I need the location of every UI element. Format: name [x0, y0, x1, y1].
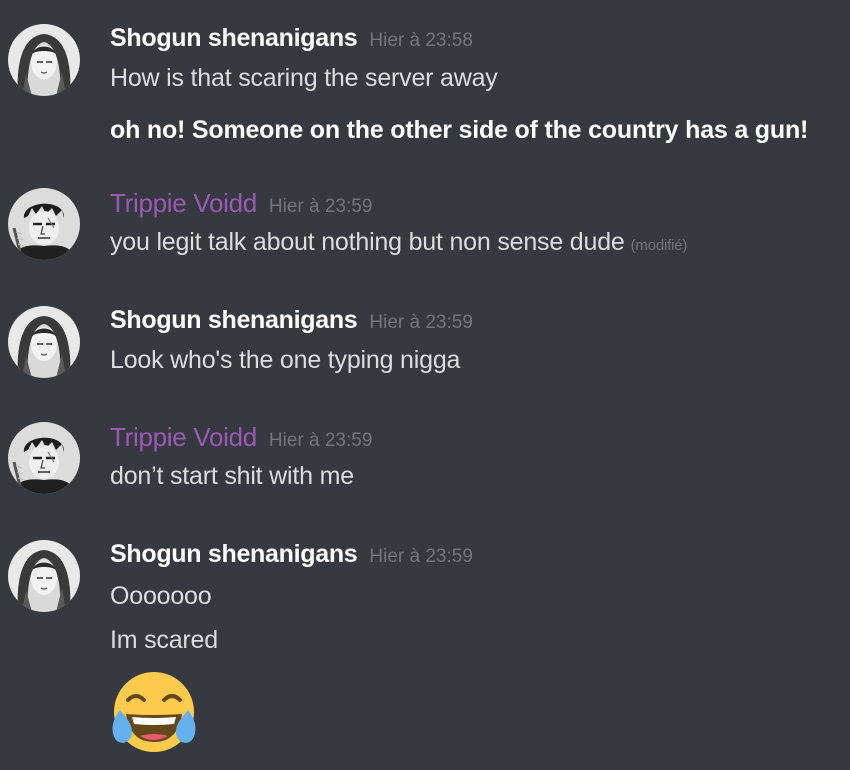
- message-header: Trippie Voidd Hier à 23:59: [110, 188, 372, 218]
- username[interactable]: Shogun shenanigans: [110, 540, 358, 568]
- avatar[interactable]: [8, 24, 80, 96]
- avatar-girl-icon: [8, 306, 80, 378]
- message-text: Look who's the one typing nigga: [110, 346, 461, 374]
- timestamp: Hier à 23:58: [369, 30, 473, 51]
- avatar-warrior-icon: [8, 422, 80, 494]
- avatar[interactable]: [8, 540, 80, 612]
- chat-message-list: Shogun shenanigans Hier à 23:58 How is th…: [0, 0, 850, 770]
- avatar[interactable]: [8, 306, 80, 378]
- message-text: Ooooooo: [110, 582, 212, 610]
- message-text: you legit talk about nothing but non sen…: [110, 228, 687, 257]
- message-header: Shogun shenanigans Hier à 23:59: [110, 540, 473, 570]
- timestamp: Hier à 23:59: [369, 312, 473, 333]
- message-text: How is that scaring the server away: [110, 64, 498, 92]
- message-text-content: you legit talk about nothing but non sen…: [110, 228, 625, 256]
- message-header: Shogun shenanigans Hier à 23:58: [110, 24, 473, 54]
- timestamp: Hier à 23:59: [369, 546, 473, 567]
- edited-label: (modifié): [630, 237, 688, 254]
- timestamp: Hier à 23:59: [268, 196, 373, 217]
- face-with-tears-of-joy-emoji[interactable]: [110, 670, 198, 758]
- message-text: don’t start shit with me: [110, 462, 354, 490]
- username[interactable]: Shogun shenanigans: [110, 306, 358, 334]
- username[interactable]: Shogun shenanigans: [110, 24, 358, 52]
- timestamp: Hier à 23:59: [268, 430, 373, 451]
- message-text: oh no! Someone on the other side of the …: [110, 116, 809, 144]
- avatar-girl-icon: [8, 540, 80, 612]
- message-text: Im scared: [110, 626, 218, 654]
- avatar-girl-icon: [8, 24, 80, 96]
- message-header: Shogun shenanigans Hier à 23:59: [110, 306, 473, 336]
- avatar[interactable]: [8, 188, 80, 260]
- avatar[interactable]: [8, 422, 80, 494]
- message-header: Trippie Voidd Hier à 23:59: [110, 422, 372, 452]
- username[interactable]: Trippie Voidd: [110, 188, 257, 218]
- username[interactable]: Trippie Voidd: [110, 422, 257, 452]
- avatar-warrior-icon: [8, 188, 80, 260]
